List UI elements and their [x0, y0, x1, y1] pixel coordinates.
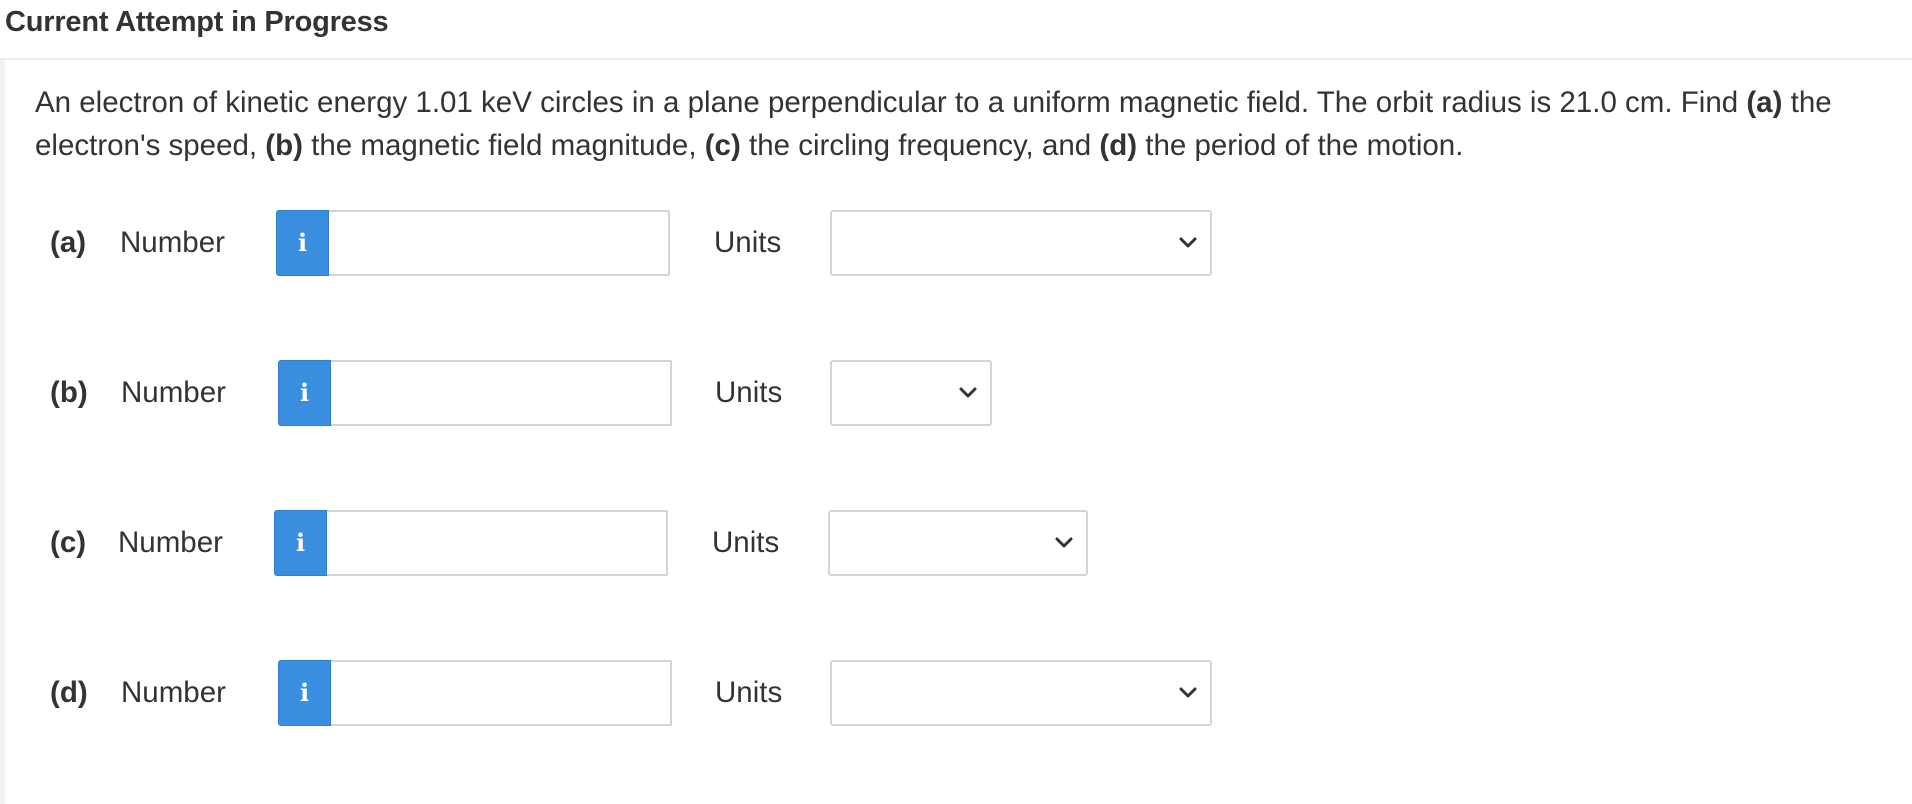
- page-title: Current Attempt in Progress: [5, 6, 389, 38]
- units-select-c[interactable]: [828, 510, 1088, 576]
- question-segment: the period of the motion.: [1137, 129, 1464, 162]
- chevron-down-icon: [1179, 687, 1197, 698]
- question-part-marker: (d): [1099, 129, 1138, 162]
- question-text: An electron of kinetic energy 1.01 keV c…: [35, 81, 1895, 167]
- chevron-down-icon: [959, 387, 977, 398]
- number-input-b[interactable]: [331, 360, 672, 426]
- question-segment: the circling frequency, and: [740, 129, 1100, 162]
- info-icon: i: [295, 528, 306, 557]
- units-select-b[interactable]: [830, 360, 992, 426]
- part-label: (c): [50, 526, 87, 559]
- number-label: Number: [118, 526, 223, 559]
- units-label: Units: [715, 376, 783, 409]
- question-segment: An electron of kinetic energy 1.01 keV c…: [35, 86, 1747, 119]
- units-select-a[interactable]: [830, 210, 1212, 276]
- chevron-down-icon: [1055, 537, 1073, 548]
- info-button[interactable]: i: [276, 210, 329, 276]
- units-select-d[interactable]: [830, 660, 1212, 726]
- info-icon: i: [299, 378, 310, 407]
- number-label: Number: [120, 226, 225, 259]
- question-part-marker: (b): [265, 129, 303, 162]
- units-label: Units: [712, 526, 780, 559]
- header: Current Attempt in Progress: [0, 0, 1912, 60]
- info-button[interactable]: i: [278, 660, 331, 726]
- number-input-c[interactable]: [327, 510, 668, 576]
- number-label: Number: [121, 676, 226, 709]
- units-label: Units: [715, 676, 783, 709]
- question-segment: the magnetic field magnitude,: [302, 129, 705, 162]
- info-button[interactable]: i: [278, 360, 331, 426]
- units-label: Units: [714, 226, 782, 259]
- left-border: [0, 60, 5, 804]
- question-part-marker: (c): [704, 129, 741, 162]
- question-part-marker: (a): [1746, 86, 1783, 119]
- info-icon: i: [299, 678, 310, 707]
- part-label: (a): [50, 226, 87, 259]
- number-label: Number: [121, 376, 226, 409]
- number-input-a[interactable]: [329, 210, 670, 276]
- info-icon: i: [297, 228, 308, 257]
- part-label: (d): [50, 676, 88, 709]
- chevron-down-icon: [1179, 237, 1197, 248]
- number-input-d[interactable]: [331, 660, 672, 726]
- part-label: (b): [50, 376, 88, 409]
- info-button[interactable]: i: [274, 510, 327, 576]
